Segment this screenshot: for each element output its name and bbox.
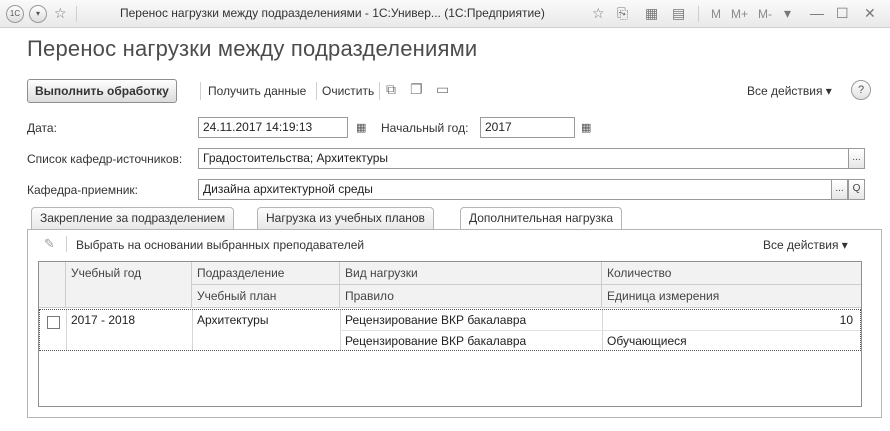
source-depts-select-button[interactable]: ...: [848, 148, 865, 169]
edit-pencil-icon[interactable]: ✎: [44, 236, 55, 252]
command-separator-3: [379, 82, 380, 100]
header-quantity[interactable]: Количество: [602, 262, 861, 285]
source-depts-label: Список кафедр-источников:: [27, 152, 183, 166]
eraser-icon[interactable]: ▭: [436, 81, 449, 98]
target-dept-label: Кафедра-приемник:: [27, 183, 139, 197]
year-picker-icon[interactable]: ▦: [581, 121, 591, 134]
header-rule[interactable]: Правило: [340, 285, 602, 308]
menu-chevron-icon[interactable]: ▾: [29, 5, 47, 23]
load-table[interactable]: Учебный год Подразделение Вид нагрузки К…: [38, 261, 862, 407]
header-academic-year[interactable]: Учебный год: [66, 262, 192, 308]
cell-load-type[interactable]: Рецензирование ВКР бакалавра: [340, 310, 602, 331]
command-separator-2: [316, 82, 317, 100]
header-unit[interactable]: Единица измерения: [602, 285, 861, 308]
command-separator: [200, 82, 201, 100]
tab-curriculum-load[interactable]: Нагрузка из учебных планов: [257, 207, 434, 229]
start-year-label: Начальный год:: [381, 121, 469, 135]
all-actions-menu[interactable]: Все действия ▾: [747, 84, 832, 98]
date-field[interactable]: 24.11.2017 14:19:13: [198, 117, 348, 138]
close-icon[interactable]: ✕: [864, 5, 876, 21]
row-select-checkbox[interactable]: [47, 316, 60, 329]
cell-unit[interactable]: Обучающиеся: [602, 331, 861, 352]
start-year-field[interactable]: 2017: [480, 117, 575, 138]
dropdown-arrow-icon[interactable]: ▾: [784, 5, 791, 21]
memory-mminus-button[interactable]: M-: [758, 7, 772, 21]
cell-academic-year[interactable]: 2017 - 2018: [66, 310, 192, 331]
app-logo-icon[interactable]: 1С: [6, 5, 24, 23]
calendar-icon[interactable]: ▤: [672, 5, 685, 21]
toolbar-separator: [66, 236, 67, 252]
link-icon[interactable]: ⎘: [617, 5, 628, 21]
paste-icon[interactable]: ❐: [410, 81, 423, 98]
get-data-button[interactable]: Получить данные: [208, 84, 306, 98]
target-dept-select-button[interactable]: ...: [831, 179, 848, 200]
maximize-icon[interactable]: ☐: [836, 5, 849, 21]
calendar-picker-icon[interactable]: ▦: [356, 121, 366, 134]
date-label: Дата:: [27, 121, 57, 135]
select-by-teachers-button[interactable]: Выбрать на основании выбранных преподава…: [76, 238, 364, 252]
tab-additional-load[interactable]: Дополнительная нагрузка: [460, 207, 623, 230]
search-icon[interactable]: Q: [848, 179, 865, 200]
memory-m-button[interactable]: M: [711, 7, 721, 21]
minimize-icon[interactable]: —: [810, 5, 824, 21]
header-department[interactable]: Подразделение: [192, 262, 340, 285]
header-load-type[interactable]: Вид нагрузки: [340, 262, 602, 285]
cell-department[interactable]: Архитектуры: [192, 310, 340, 331]
window-titlebar: 1С ▾ ☆ Перенос нагрузки между подразделе…: [0, 0, 890, 28]
cell-quantity[interactable]: 10: [602, 310, 857, 331]
help-icon[interactable]: ?: [851, 80, 871, 100]
source-depts-field[interactable]: Градостоительства; Архитектуры: [198, 148, 849, 169]
titlebar-separator: [76, 6, 77, 22]
window-title: Перенос нагрузки между подразделениями -…: [120, 6, 545, 20]
table-all-actions-menu[interactable]: Все действия ▾: [763, 238, 848, 252]
execute-button[interactable]: Выполнить обработку: [27, 79, 177, 103]
cell-rule[interactable]: Рецензирование ВКР бакалавра: [340, 331, 602, 352]
clear-button[interactable]: Очистить: [322, 84, 374, 98]
titlebar-separator-2: [698, 6, 699, 22]
tab-assignment[interactable]: Закрепление за подразделением: [31, 207, 235, 229]
calculator-icon[interactable]: ▦: [645, 5, 658, 21]
copy-icon[interactable]: ⧉: [386, 81, 396, 98]
favorite-star-icon[interactable]: ☆: [54, 5, 67, 21]
memory-mplus-button[interactable]: M+: [731, 7, 748, 21]
cell-curriculum[interactable]: [192, 331, 340, 352]
add-favorite-icon[interactable]: ☆: [592, 5, 605, 21]
header-curriculum[interactable]: Учебный план: [192, 285, 340, 308]
table-header-checkbox-col: [39, 262, 66, 308]
target-dept-field[interactable]: Дизайна архитектурной среды: [198, 179, 832, 200]
page-title: Перенос нагрузки между подразделениями: [27, 36, 478, 61]
